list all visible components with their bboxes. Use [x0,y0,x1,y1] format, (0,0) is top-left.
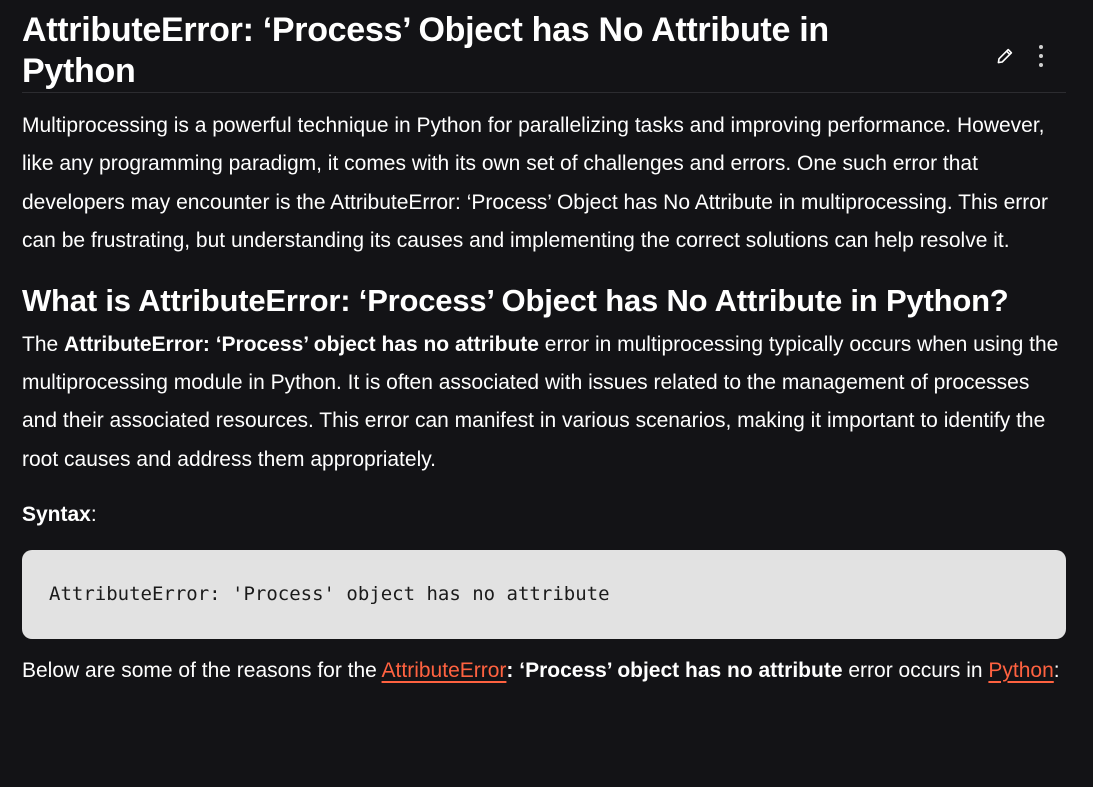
code-text: AttributeError: 'Process' object has no … [49,583,610,606]
intro-paragraph: Multiprocessing is a powerful technique … [22,114,1048,253]
title-row: AttributeError: ‘Process’ Object has No … [22,0,1066,93]
section-heading: What is AttributeError: ‘Process’ Object… [22,282,1009,318]
desc-bold-error: AttributeError: ‘Process’ object has no … [64,332,539,356]
code-block: AttributeError: 'Process' object has no … [22,549,1066,639]
pencil-icon[interactable] [994,42,1016,70]
reasons-prefix: Below are some of the reasons for the [22,658,382,682]
title-actions [994,42,1052,70]
vertical-dots-icon[interactable] [1030,42,1052,70]
python-link[interactable]: Python [988,659,1053,682]
reasons-suffix: : [1053,658,1060,682]
syntax-colon: : [90,503,97,527]
attributeerror-link[interactable]: AttributeError [382,659,507,682]
reasons-paragraph: Below are some of the reasons for the At… [22,652,1066,690]
article: AttributeError: ‘Process’ Object has No … [22,0,1066,690]
desc-prefix: The [22,332,65,356]
syntax-label: Syntax: [22,496,1066,534]
reasons-middle: error occurs in [842,658,989,682]
page-title: AttributeError: ‘Process’ Object has No … [22,11,829,90]
syntax-label-text: Syntax [22,503,91,527]
description-paragraph: The AttributeError: ‘Process’ object has… [22,326,1066,480]
reasons-bold: : ‘Process’ object has no attribute [506,658,843,682]
